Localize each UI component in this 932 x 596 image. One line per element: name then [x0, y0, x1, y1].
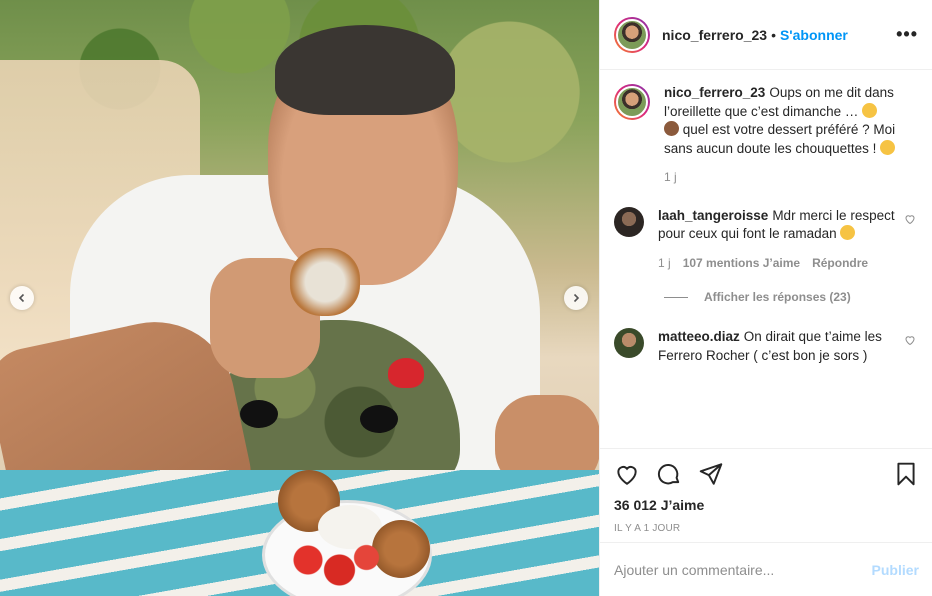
- photo-print-eye: [240, 400, 278, 428]
- avatar[interactable]: [614, 84, 650, 120]
- more-options-icon[interactable]: •••: [896, 24, 918, 45]
- photo-hair: [275, 25, 455, 115]
- photo-chouquette-bite: [290, 248, 360, 316]
- heart-icon[interactable]: [904, 213, 918, 273]
- heart-icon[interactable]: [904, 334, 918, 365]
- post-header: nico_ferrero_23 • S'abonner •••: [600, 0, 932, 70]
- view-replies-button[interactable]: Afficher les réponses (23): [664, 290, 918, 304]
- smile-emoji-icon: [862, 102, 878, 118]
- comment-time[interactable]: 1 j: [658, 254, 671, 273]
- heart-icon[interactable]: [614, 461, 640, 487]
- chevron-left-icon[interactable]: [10, 286, 34, 310]
- crying-emoji-icon: [840, 225, 856, 240]
- post-photo[interactable]: [0, 0, 599, 596]
- post-date[interactable]: IL Y A 1 JOUR: [614, 523, 919, 534]
- reply-button[interactable]: Répondre: [812, 254, 868, 273]
- separator-dot: •: [771, 26, 776, 43]
- photo-strawberries: [290, 540, 380, 590]
- avatar[interactable]: [614, 328, 644, 358]
- caption-username[interactable]: nico_ferrero_23: [664, 85, 765, 100]
- list-item: matteeo.diaz On dirait que t’aime les Fer…: [614, 328, 918, 365]
- comments-list[interactable]: nico_ferrero_23 Oups on me dit dans l’ore…: [600, 70, 932, 448]
- comment-icon[interactable]: [656, 461, 682, 487]
- caption-time[interactable]: 1 j: [664, 168, 677, 187]
- chevron-right-icon[interactable]: [564, 286, 588, 310]
- publish-button[interactable]: Publier: [872, 562, 919, 578]
- photo-print-eye: [360, 405, 398, 433]
- smile-emoji-icon: [880, 139, 896, 155]
- post-dialog: nico_ferrero_23 • S'abonner ••• nico_fer…: [0, 0, 932, 596]
- author-username[interactable]: nico_ferrero_23: [662, 27, 767, 43]
- caption: nico_ferrero_23 Oups on me dit dans l’ore…: [614, 84, 918, 187]
- comment-username[interactable]: matteeo.diaz: [658, 329, 740, 344]
- view-replies-label: Afficher les réponses (23): [704, 290, 851, 304]
- photo-red-heart-logo: [388, 358, 424, 388]
- comment-input[interactable]: [614, 561, 872, 578]
- monkey-emoji-icon: [664, 121, 679, 136]
- post-actions: 36 012 J’aime IL Y A 1 JOUR: [600, 448, 932, 534]
- avatar[interactable]: [614, 206, 644, 237]
- photo-chouquette: [372, 520, 430, 578]
- caption-text: quel est votre dessert préféré ? Moi san…: [664, 122, 896, 156]
- avatar[interactable]: [614, 16, 650, 53]
- comment-username[interactable]: laah_tangeroisse: [658, 208, 768, 223]
- comment-likes[interactable]: 107 mentions J’aime: [683, 254, 800, 273]
- follow-button[interactable]: S'abonner: [780, 27, 848, 43]
- bookmark-icon[interactable]: [893, 461, 919, 487]
- add-comment-bar: Publier: [600, 542, 932, 596]
- post-sidebar: nico_ferrero_23 • S'abonner ••• nico_fer…: [599, 0, 932, 596]
- share-icon[interactable]: [698, 461, 724, 487]
- list-item: laah_tangeroisse Mdr merci le respect pou…: [614, 206, 918, 273]
- likes-count[interactable]: 36 012 J’aime: [614, 497, 919, 513]
